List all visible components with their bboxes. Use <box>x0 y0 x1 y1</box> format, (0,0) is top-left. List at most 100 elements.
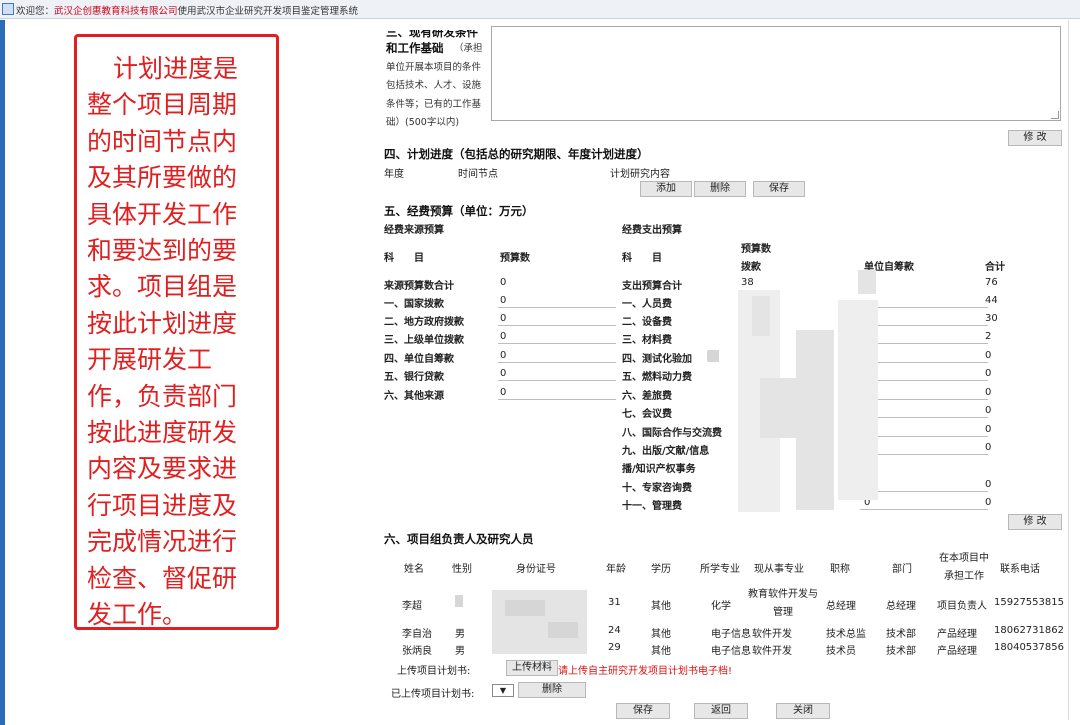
col-plan-content: 计划研究内容 <box>610 169 670 180</box>
source-input-underline[interactable] <box>498 343 616 344</box>
expense-row-label: 十一、管理费 <box>622 501 682 512</box>
team-header-cell: 现从事专业 <box>754 564 804 575</box>
team-cell-gender: 男 <box>455 629 465 640</box>
team-cell-major: 电子信息 <box>711 646 751 657</box>
team-header-cell: 性别 <box>452 564 472 575</box>
team-cell-edu: 其他 <box>651 646 671 657</box>
blurred-region <box>838 300 878 500</box>
source-input-underline[interactable] <box>498 362 616 363</box>
blurred-region <box>752 296 770 336</box>
expense-input-underline[interactable] <box>860 399 988 400</box>
section3-textarea[interactable] <box>491 26 1061 121</box>
expense-input-underline[interactable] <box>860 362 988 363</box>
upload-plan-label: 上传项目计划书: <box>397 666 471 677</box>
team-cell-age: 31 <box>608 597 621 608</box>
section4-title: 四、计划进度（包括总的研究期限、年度计划进度） <box>384 147 649 161</box>
add-button[interactable]: 添加 <box>640 181 692 197</box>
upload-material-button[interactable]: 上传材料 <box>506 660 558 676</box>
expense-row-label: 六、差旅费 <box>622 391 672 402</box>
source-row-label: 五、银行贷款 <box>384 372 444 383</box>
source-input-underline[interactable] <box>498 399 616 400</box>
expense-input-underline[interactable] <box>860 417 988 418</box>
team-cell-title: 技术员 <box>826 646 856 657</box>
expense-row-total: 0 <box>985 368 992 379</box>
source-row-value: 0 <box>500 331 507 342</box>
expense-row-grant: 38 <box>741 277 754 288</box>
expense-row-total: 0 <box>985 387 992 398</box>
expense-row-label: 九、出版/文献/信息 <box>622 446 710 457</box>
team-header-cell: 所学专业 <box>700 564 740 575</box>
delete-button[interactable]: 删除 <box>694 181 746 197</box>
team-header-cell: 姓名 <box>404 564 424 575</box>
close-button[interactable]: 关闭 <box>776 703 830 719</box>
expense-row-total: 0 <box>985 442 992 453</box>
blurred-region <box>858 270 876 294</box>
team-cell-name: 李自治 <box>402 629 432 640</box>
delete-plan-button[interactable]: 删除 <box>518 682 586 698</box>
expense-input-underline[interactable] <box>860 509 988 510</box>
col-year: 年度 <box>384 169 404 180</box>
company-name: 武汉企创惠教育科技有限公司 <box>54 6 178 17</box>
team-cell-dept: 总经理 <box>886 601 916 612</box>
uploaded-plan-select[interactable]: ▼ <box>492 684 514 697</box>
expense-row-total: 0 <box>985 497 992 508</box>
source-row-label: 四、单位自筹款 <box>384 354 454 365</box>
team-cell-age: 24 <box>608 625 621 636</box>
resize-grip-icon[interactable] <box>1051 111 1059 119</box>
section5-modify-button[interactable]: 修 改 <box>1008 514 1062 530</box>
team-cell-gender: 男 <box>455 646 465 657</box>
expense-subject-head: 科 目 <box>622 253 662 264</box>
team-cell-edu: 其他 <box>651 629 671 640</box>
blurred-region <box>796 330 834 510</box>
team-header-cell: 职称 <box>830 564 850 575</box>
save-button[interactable]: 保存 <box>616 703 670 719</box>
source-row-value: 0 <box>500 277 507 288</box>
welcome-prefix: 欢迎您： <box>16 6 55 17</box>
expense-input-underline[interactable] <box>860 343 988 344</box>
source-row-label: 来源预算数合计 <box>384 281 454 292</box>
expense-row-label: 支出预算合计 <box>622 281 682 292</box>
section3-title-line1: 三、现有研发条件 <box>386 25 478 39</box>
source-row-value: 0 <box>500 368 507 379</box>
team-cell-phone: 18062731862 <box>994 625 1064 636</box>
annotation-text: 计划进度是整个项目周期的时间节点内及其所要做的具体开发工作和要达到的要求。项目组… <box>87 54 239 630</box>
source-subject-head: 科 目 <box>384 253 424 264</box>
expense-input-underline[interactable] <box>860 436 988 437</box>
col-time-node: 时间节点 <box>458 169 498 180</box>
upload-hint: 请上传自主研究开发项目计划书电子档! <box>558 666 733 677</box>
source-input-underline[interactable] <box>498 380 616 381</box>
expense-row-label: 二、设备费 <box>622 317 672 328</box>
expense-input-underline[interactable] <box>860 380 988 381</box>
source-row-value: 0 <box>500 295 507 306</box>
grant-head: 拨款 <box>741 262 761 273</box>
welcome-text: 欢迎您：武汉企创惠教育科技有限公司使用武汉市企业研究开发项目鉴定管理系统 <box>16 3 358 17</box>
expense-row-label: 四、测试化验加 <box>622 354 692 365</box>
source-input-underline[interactable] <box>498 325 616 326</box>
welcome-suffix: 使用武汉市企业研究开发项目鉴定管理系统 <box>177 6 359 17</box>
team-cell-phone: 18040537856 <box>994 642 1064 653</box>
expense-input-underline[interactable] <box>860 454 988 455</box>
expense-budget-head: 预算数 <box>741 244 771 255</box>
expense-input-underline[interactable] <box>860 325 988 326</box>
expense-row-total: 2 <box>985 331 992 342</box>
team-cell-work: 软件开发 <box>752 629 792 640</box>
blurred-gender-region <box>455 595 463 607</box>
team-cell-title: 技术总监 <box>826 629 866 640</box>
team-header-cell: 年龄 <box>606 564 626 575</box>
source-row-label: 六、其他来源 <box>384 391 444 402</box>
save-plan-button[interactable]: 保存 <box>753 181 805 197</box>
blurred-region <box>707 350 719 362</box>
expense-row-label: 一、人员费 <box>622 299 672 310</box>
expense-input-underline[interactable] <box>860 491 988 492</box>
top-bar: 欢迎您：武汉企创惠教育科技有限公司使用武汉市企业研究开发项目鉴定管理系统 <box>0 0 1080 19</box>
expense-input-underline[interactable] <box>860 307 988 308</box>
source-input-underline[interactable] <box>498 307 616 308</box>
blurred-id-region <box>505 600 545 616</box>
expense-row-total: 76 <box>985 277 998 288</box>
team-cell-name: 李超 <box>402 601 422 612</box>
source-row-label: 三、上级单位拨款 <box>384 335 464 346</box>
team-header-cell: 身份证号 <box>516 564 556 575</box>
section3-modify-button[interactable]: 修 改 <box>1008 130 1062 146</box>
team-cell-role: 项目负责人 <box>937 601 987 612</box>
back-button[interactable]: 返回 <box>694 703 748 719</box>
